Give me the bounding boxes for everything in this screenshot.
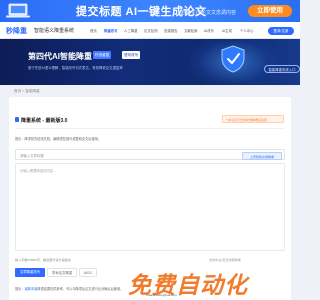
nav-item-ai-rewrite[interactable]: AI改写 — [204, 28, 214, 33]
card-title: 降重系统 - 最新版3.0 — [21, 118, 68, 124]
nav-item-user-center[interactable]: 个人中心 — [240, 28, 254, 33]
card-title-icon — [15, 117, 19, 122]
content-textarea[interactable]: 请输入需要降重的内容... — [15, 163, 285, 251]
logo[interactable]: 秒降重 — [6, 26, 27, 36]
watermark-logo: 免费自动化 fmianfeizidonghua.com — [128, 266, 300, 300]
divider — [15, 128, 285, 129]
nav-item-home[interactable]: 首页 — [90, 28, 97, 33]
bottom-tip-rest: 降重结果仅供参考，可以与降重后论文进行比对确认后使用。 — [37, 287, 124, 291]
nav-item-literature[interactable]: 文献检索 — [184, 28, 198, 33]
top-promo-banner[interactable]: 提交标题 AI一键生成论文 自动生成论文文念调内容 立即使用 — [0, 0, 300, 22]
tab-article-rewrite[interactable]: 文章降重改写 — [15, 268, 45, 277]
bottom-tip: 提示：最新本版降重结果仅供参考，可以与降重后论文进行比对确认后使用。 — [15, 286, 123, 291]
breadcrumb: 首页 > 智能降重 — [14, 89, 40, 93]
laptop-icon — [6, 3, 30, 18]
logo-text: 智能语义降重系统 — [34, 28, 75, 34]
hero-tag-rewrite: 语句改写 — [122, 51, 141, 59]
login-button[interactable]: 登录/注册 — [268, 27, 294, 35]
tab-aigc[interactable]: AIGC — [79, 268, 97, 277]
hero-entry-button[interactable]: 智能降重系统入口 — [264, 65, 300, 73]
nav-item-manual[interactable]: 人工降重 — [124, 28, 138, 33]
nav-item-ai-generate[interactable]: AI生成 — [222, 28, 232, 33]
hero-tag-check: 秒查重复 — [93, 51, 112, 59]
usage-tip: 提示：降重前先检测文档，编辑重复部分或整段全文后使用。 — [15, 137, 102, 141]
title-input[interactable]: 请输入文章标题 上传整篇文档降重 — [15, 149, 285, 160]
warning-badge: * 本平台不支持文档降重请注意 — [222, 115, 284, 123]
content-placeholder: 请输入需要降重的内容... — [20, 169, 56, 173]
nav-item-report[interactable]: 查重报告 — [164, 28, 178, 33]
watermark-subtitle: fmianfeizidonghua.com — [146, 293, 177, 297]
title-input-placeholder: 请输入文章标题 — [20, 154, 44, 158]
shield-icon — [221, 45, 245, 73]
hero-description: 基于先进AI语义理解，智能改写句式表达，有效降低论文重复率 — [28, 66, 123, 70]
word-counter: 输入字数0/3000字，超出部分请分段提交 — [15, 258, 71, 262]
banner-subtitle: 自动生成论文文念调内容 — [181, 10, 237, 16]
nav-item-check[interactable]: 论文检测 — [144, 28, 158, 33]
main-navbar: 秒降重 智能语义降重系统 首页 降重改写 人工降重 论文检测 查重报告 文献检索… — [0, 22, 300, 39]
bottom-tip-prefix: 提示： — [15, 287, 25, 291]
tab-academic-rewrite[interactable]: 学术论文降重 — [47, 268, 77, 277]
language-note: 支持中文/英文智能降重 — [209, 258, 241, 262]
bottom-tip-link[interactable]: 最新本版 — [25, 287, 38, 291]
hero-section: 第四代AI智能降重 秒查重复 语句改写 基于先进AI语义理解，智能改写句式表达，… — [0, 39, 300, 85]
upload-document-button[interactable]: 上传整篇文档降重 — [242, 151, 282, 160]
nav-item-rewrite[interactable]: 降重改写 — [104, 28, 118, 33]
banner-use-now-button[interactable]: 立即使用 — [248, 5, 292, 17]
hero-title: 第四代AI智能降重 — [28, 52, 92, 61]
